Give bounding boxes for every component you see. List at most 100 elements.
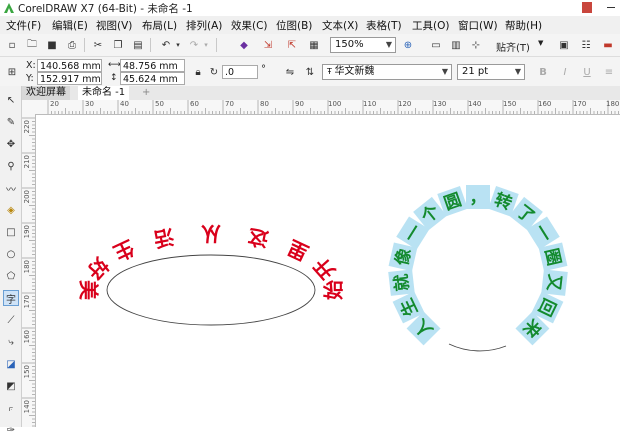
save-icon[interactable]: ■: [44, 37, 60, 53]
circle-path[interactable]: [448, 343, 507, 352]
export-icon[interactable]: ⇱: [284, 37, 300, 53]
show-rulers-icon[interactable]: ▥: [448, 37, 464, 53]
ruler-label: 140: [23, 400, 31, 414]
new-tab-button[interactable]: +: [138, 86, 154, 100]
circle-text-char: 人: [410, 314, 437, 341]
font-size-combo[interactable]: 21 pt ▼: [457, 64, 525, 80]
x-label: X:: [26, 60, 36, 71]
rotation-field[interactable]: .0: [222, 65, 258, 79]
menu-tools[interactable]: 工具(O): [412, 18, 449, 33]
full-screen-preview-icon[interactable]: ▭: [428, 37, 444, 53]
ruler-label: 70: [225, 100, 234, 108]
underline-icon[interactable]: U: [579, 64, 595, 80]
application-launcher-icon[interactable]: ☷: [578, 37, 594, 53]
zoom-tool-icon[interactable]: ⚲: [3, 158, 19, 174]
ruler-label: 50: [155, 100, 164, 108]
open-folder-icon[interactable]: 🗀: [24, 37, 40, 53]
undo-dropdown-icon[interactable]: ▾: [170, 37, 186, 53]
vertical-ruler[interactable]: 220 210 200 190 180 170 160 150 140: [22, 114, 36, 427]
menu-edit[interactable]: 编辑(E): [52, 18, 88, 33]
rectangle-tool-icon[interactable]: □: [3, 224, 19, 240]
ruler-label: 210: [23, 155, 31, 169]
user-icon[interactable]: [582, 2, 592, 13]
outline-pen-tool-icon[interactable]: ✑: [3, 422, 19, 438]
menu-window[interactable]: 窗口(W): [458, 18, 498, 33]
menu-layout[interactable]: 布局(L): [142, 18, 177, 33]
horizontal-ruler[interactable]: 20 30 40 50 60 70 80 90 100 110 120 130 …: [22, 100, 620, 115]
window-title: CorelDRAW X7 (64-Bit) - 未命名 -1: [18, 3, 193, 15]
parallel-dimension-tool-icon[interactable]: ⟋: [3, 312, 19, 328]
x-position-field[interactable]: 140.568 mm: [37, 59, 102, 72]
font-family-combo[interactable]: Ŧ 华文新魏 ▼: [322, 64, 452, 80]
ruler-label: 140: [468, 100, 482, 108]
ellipse-path[interactable]: [106, 254, 316, 326]
print-icon[interactable]: ⎙: [64, 37, 80, 53]
welcome-screen-icon[interactable]: ▬: [600, 37, 616, 53]
width-field[interactable]: 48.756 mm: [120, 59, 185, 72]
menu-text[interactable]: 文本(X): [322, 18, 358, 33]
redo-dropdown-icon[interactable]: ▾: [198, 37, 214, 53]
show-grid-icon[interactable]: ⊹: [468, 37, 484, 53]
new-document-icon[interactable]: ▫: [4, 37, 20, 53]
snap-dropdown-icon[interactable]: ▼: [538, 39, 543, 47]
width-icon: ⟷: [108, 60, 121, 70]
ellipse-text-char: 始: [322, 280, 346, 300]
text-align-icon[interactable]: ≡: [601, 64, 617, 80]
tab-welcome-screen[interactable]: 欢迎屏幕: [22, 86, 70, 100]
snap-to-button[interactable]: 贴齐(T): [496, 39, 530, 54]
pick-tool-icon[interactable]: ↖: [3, 92, 19, 108]
menu-bitmaps[interactable]: 位图(B): [276, 18, 312, 33]
ellipse-fit-text[interactable]: 美好生活从这里开始: [77, 222, 346, 302]
height-field[interactable]: 45.624 mm: [120, 72, 185, 85]
import-icon[interactable]: ⇲: [260, 37, 276, 53]
ruler-label: 20: [50, 100, 59, 108]
ruler-label: 220: [23, 120, 31, 134]
copy-icon[interactable]: ❐: [110, 37, 126, 53]
menu-help[interactable]: 帮助(H): [505, 18, 542, 33]
ruler-label: 110: [363, 100, 377, 108]
mirror-vertical-icon[interactable]: ⇅: [302, 64, 318, 80]
transparency-tool-icon[interactable]: ◩: [3, 378, 19, 394]
separator: [150, 38, 151, 52]
options-icon[interactable]: ▣: [556, 37, 572, 53]
menu-file[interactable]: 文件(F): [6, 18, 41, 33]
freehand-tool-icon[interactable]: 〰: [3, 180, 19, 196]
crop-tool-icon[interactable]: ✥: [3, 136, 19, 152]
shape-tool-icon[interactable]: ✎: [3, 114, 19, 130]
mirror-horizontal-icon[interactable]: ⇋: [282, 64, 298, 80]
search-content-icon[interactable]: ◆: [236, 37, 252, 53]
circle-fit-text[interactable]: 人生就像一个圆，转了一圈又回来: [388, 185, 568, 346]
circle-text-char: ，: [470, 188, 487, 208]
italic-icon[interactable]: I: [557, 64, 573, 80]
property-bar: ⊞ X: 140.568 mm Y: 152.917 mm ⟷ 48.756 m…: [0, 57, 620, 87]
minimize-button[interactable]: [607, 7, 615, 8]
menu-table[interactable]: 表格(T): [366, 18, 402, 33]
eyedropper-tool-icon[interactable]: ⟔: [3, 400, 19, 416]
publish-pdf-icon[interactable]: ▦: [306, 37, 322, 53]
smart-fill-tool-icon[interactable]: ◈: [3, 202, 19, 218]
polygon-tool-icon[interactable]: ⬠: [3, 268, 19, 284]
ellipse-tool-icon[interactable]: ○: [3, 246, 19, 262]
paste-icon[interactable]: ▤: [130, 37, 146, 53]
y-position-field[interactable]: 152.917 mm: [37, 72, 102, 85]
tab-untitled-document[interactable]: 未命名 -1: [78, 86, 130, 100]
circle-text-char: 就: [391, 273, 414, 292]
zoom-level-combo[interactable]: 150% ▼: [330, 37, 396, 53]
drawing-canvas[interactable]: 美好生活从这里开始 人生就像一个圆，转了一圈又回来: [36, 115, 620, 427]
drop-shadow-tool-icon[interactable]: ◪: [3, 356, 19, 372]
ellipse-text-char: 里: [284, 235, 312, 265]
bold-icon[interactable]: B: [535, 64, 551, 80]
coreldraw-logo-icon: [4, 3, 14, 13]
zoom-page-icon[interactable]: ⊕: [400, 37, 416, 53]
menu-arrange[interactable]: 排列(A): [186, 18, 222, 33]
circle-text-char: 又: [543, 273, 565, 293]
horizontal-ruler-ticks: [47, 100, 619, 114]
title-bar: CorelDRAW X7 (64-Bit) - 未命名 -1: [0, 0, 620, 16]
lock-ratio-icon[interactable]: 🔒︎: [190, 64, 206, 80]
menu-effects[interactable]: 效果(C): [231, 18, 268, 33]
chevron-down-icon: ▼: [514, 67, 521, 76]
cut-icon[interactable]: ✂: [90, 37, 106, 53]
menu-view[interactable]: 视图(V): [96, 18, 132, 33]
connector-tool-icon[interactable]: ⤷: [3, 334, 19, 350]
text-tool-icon[interactable]: 字: [3, 290, 19, 306]
